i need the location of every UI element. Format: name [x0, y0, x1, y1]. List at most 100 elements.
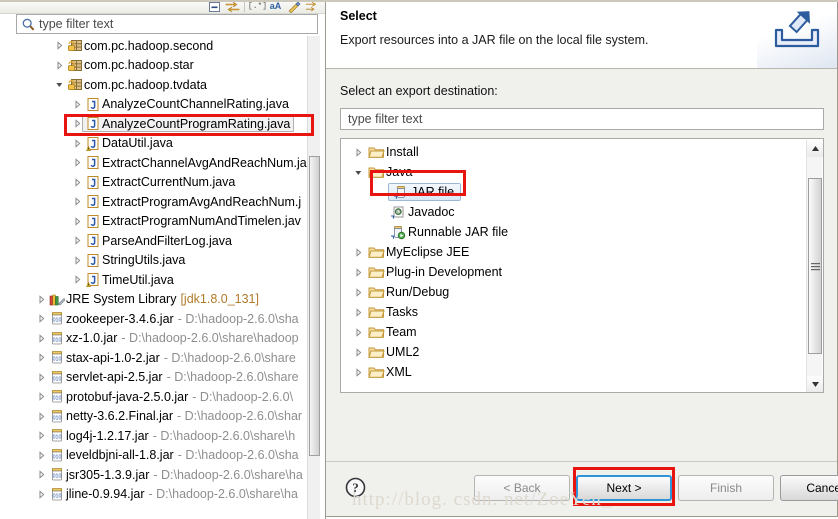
tree-row[interactable]: ExtractCurrentNum.java [1, 173, 325, 193]
tree-row[interactable]: 010 protobuf-java-2.5.0.jar - D:\hadoop-2.… [1, 387, 325, 407]
tree-item-content[interactable]: 010 protobuf-java-2.5.0.jar - D:\hadoop-2.… [48, 387, 293, 406]
tree-item-content[interactable]: 010 zookeeper-3.4.6.jar - D:\hadoop-2.6.0\… [48, 309, 299, 328]
destination-item-content[interactable]: Runnable JAR file [388, 223, 508, 242]
chevron-right-icon[interactable] [35, 387, 48, 406]
destination-tree-row[interactable]: Java [341, 162, 807, 182]
destination-item-content[interactable]: Tasks [366, 303, 418, 322]
chevron-right-icon[interactable] [35, 368, 48, 387]
tree-row[interactable]: 010 jline-0.9.94.jar - D:\hadoop-2.6.0\sha… [1, 485, 325, 505]
chevron-right-icon[interactable] [351, 143, 366, 162]
tree-item-content[interactable]: 010 xz-1.0.jar - D:\hadoop-2.6.0\share\had… [48, 329, 299, 348]
destination-tree-row[interactable]: Team [341, 322, 807, 342]
tree-item-content[interactable]: DataUtil.java [84, 134, 173, 153]
chevron-right-icon[interactable] [71, 231, 84, 250]
destination-tree-row[interactable]: Runnable JAR file [341, 222, 807, 242]
tree-item-content[interactable]: 010 jsr305-1.3.9.jar - D:\hadoop-2.6.0\sha… [48, 465, 303, 484]
tree-item-content[interactable]: com.pc.hadoop.second [66, 36, 213, 55]
tree-row[interactable]: 010 netty-3.6.2.Final.jar - D:\hadoop-2.6.… [1, 407, 325, 427]
next-button[interactable]: Next > [576, 475, 672, 501]
selected-destination-item[interactable]: JAR file [388, 183, 462, 201]
chevron-right-icon[interactable] [71, 192, 84, 211]
explorer-filter-box[interactable] [16, 14, 318, 34]
tree-row[interactable]: 010 xz-1.0.jar - D:\hadoop-2.6.0\share\had… [1, 329, 325, 349]
tree-item-content[interactable]: com.pc.hadoop.star [66, 56, 194, 75]
chevron-right-icon[interactable] [35, 465, 48, 484]
tree-item-content[interactable]: ExtractCurrentNum.java [84, 173, 235, 192]
tree-row[interactable]: ExtractProgramNumAndTimelen.jav [1, 212, 325, 232]
chevron-right-icon[interactable] [351, 303, 366, 322]
destination-item-content[interactable]: Team [366, 323, 417, 342]
chevron-right-icon[interactable] [351, 283, 366, 302]
destination-tree-row[interactable]: Install [341, 142, 807, 162]
destination-item-content[interactable]: UML2 [366, 343, 419, 362]
chevron-right-icon[interactable] [35, 290, 48, 309]
chevron-down-icon[interactable] [53, 75, 66, 94]
tree-item-content[interactable]: ExtractProgramAvgAndReachNum.j [84, 192, 301, 211]
explorer-vertical-scrollbar[interactable] [307, 36, 320, 519]
tree-row[interactable]: AnalyzeCountChannelRating.java [1, 95, 325, 115]
tree-item-content[interactable]: 010 stax-api-1.0-2.jar - D:\hadoop-2.6.0\s… [48, 348, 296, 367]
chevron-right-icon[interactable] [35, 485, 48, 504]
tree-row[interactable]: JRE System Library [jdk1.8.0_131] [1, 290, 325, 310]
tree-row[interactable]: 010 servlet-api-2.5.jar - D:\hadoop-2.6.0\… [1, 368, 325, 388]
tree-item-content[interactable]: ExtractChannelAvgAndReachNum.ja [84, 153, 307, 172]
destination-tree-row[interactable]: Run/Debug [341, 282, 807, 302]
chevron-right-icon[interactable] [53, 36, 66, 55]
explorer-scroll-thumb[interactable] [309, 156, 320, 456]
destination-tree-row[interactable]: @ Javadoc [341, 202, 807, 222]
chevron-right-icon[interactable] [71, 95, 84, 114]
destination-item-content[interactable]: MyEclipse JEE [366, 243, 469, 262]
chevron-right-icon[interactable] [35, 426, 48, 445]
tree-item-content[interactable]: JRE System Library [jdk1.8.0_131] [48, 290, 259, 309]
chevron-right-icon[interactable] [53, 56, 66, 75]
tree-item-content[interactable]: 010 log4j-1.2.17.jar - D:\hadoop-2.6.0\sha… [48, 426, 295, 445]
destination-item-content[interactable]: Install [366, 143, 419, 162]
cancel-button[interactable]: Cancel [780, 475, 838, 501]
destination-tree-row[interactable]: UML2 [341, 342, 807, 362]
dialog-filter-box[interactable] [340, 108, 824, 130]
tree-row[interactable]: 010 zookeeper-3.4.6.jar - D:\hadoop-2.6.0\… [1, 309, 325, 329]
tree-row[interactable]: DataUtil.java [1, 134, 325, 154]
destination-item-content[interactable]: XML [366, 363, 412, 382]
tree-row[interactable]: 010 stax-api-1.0-2.jar - D:\hadoop-2.6.0\s… [1, 348, 325, 368]
tree-row[interactable]: AnalyzeCountProgramRating.java [1, 114, 325, 134]
tree-row[interactable]: ParseAndFilterLog.java [1, 231, 325, 251]
help-icon[interactable]: ? [345, 477, 366, 501]
chevron-right-icon[interactable] [71, 134, 84, 153]
tree-item-content[interactable]: 010 servlet-api-2.5.jar - D:\hadoop-2.6.0\… [48, 368, 299, 387]
tree-row[interactable]: com.pc.hadoop.star [1, 56, 325, 76]
destination-item-content[interactable]: Java [366, 163, 412, 182]
destination-tree-row[interactable]: Plug-in Development [341, 262, 807, 282]
selected-tree-item[interactable]: AnalyzeCountProgramRating.java [82, 115, 295, 133]
scroll-up-arrow-icon[interactable] [807, 140, 823, 157]
back-button[interactable]: < Back [474, 475, 570, 501]
tree-item-content[interactable]: 010 leveldbjni-all-1.8.jar - D:\hadoop-2.6… [48, 446, 299, 465]
chevron-down-icon[interactable] [351, 163, 366, 182]
tree-row[interactable]: ExtractChannelAvgAndReachNum.ja [1, 153, 325, 173]
tree-item-content[interactable]: ExtractProgramNumAndTimelen.jav [84, 212, 301, 231]
tree-item-content[interactable]: ParseAndFilterLog.java [84, 231, 232, 250]
chevron-right-icon[interactable] [35, 407, 48, 426]
explorer-tree[interactable]: com.pc.hadoop.second com.pc.hadoop.star co… [1, 36, 325, 519]
chevron-right-icon[interactable] [71, 173, 84, 192]
explorer-filter-input[interactable] [39, 17, 317, 31]
tree-row[interactable]: com.pc.hadoop.tvdata [1, 75, 325, 95]
destination-tree-row[interactable]: XML [341, 362, 807, 382]
chevron-right-icon[interactable] [35, 348, 48, 367]
tree-item-content[interactable]: AnalyzeCountChannelRating.java [84, 95, 289, 114]
chevron-right-icon[interactable] [351, 243, 366, 262]
tree-row[interactable]: 010 jsr305-1.3.9.jar - D:\hadoop-2.6.0\sha… [1, 465, 325, 485]
chevron-right-icon[interactable] [351, 343, 366, 362]
tree-item-content[interactable]: StringUtils.java [84, 251, 185, 270]
finish-button[interactable]: Finish [678, 475, 774, 501]
chevron-right-icon[interactable] [71, 153, 84, 172]
tree-item-content[interactable]: TimeUtil.java [84, 270, 174, 289]
tree-row[interactable]: 010 leveldbjni-all-1.8.jar - D:\hadoop-2.6… [1, 446, 325, 466]
chevron-right-icon[interactable] [71, 251, 84, 270]
tree-item-content[interactable]: 010 jline-0.9.94.jar - D:\hadoop-2.6.0\sha… [48, 485, 298, 504]
tree-row[interactable]: ExtractProgramAvgAndReachNum.j [1, 192, 325, 212]
scroll-down-arrow-icon[interactable] [807, 376, 823, 392]
tree-row[interactable]: 010 log4j-1.2.17.jar - D:\hadoop-2.6.0\sha… [1, 426, 325, 446]
tree-item-content[interactable]: com.pc.hadoop.tvdata [66, 75, 207, 94]
chevron-right-icon[interactable] [35, 446, 48, 465]
